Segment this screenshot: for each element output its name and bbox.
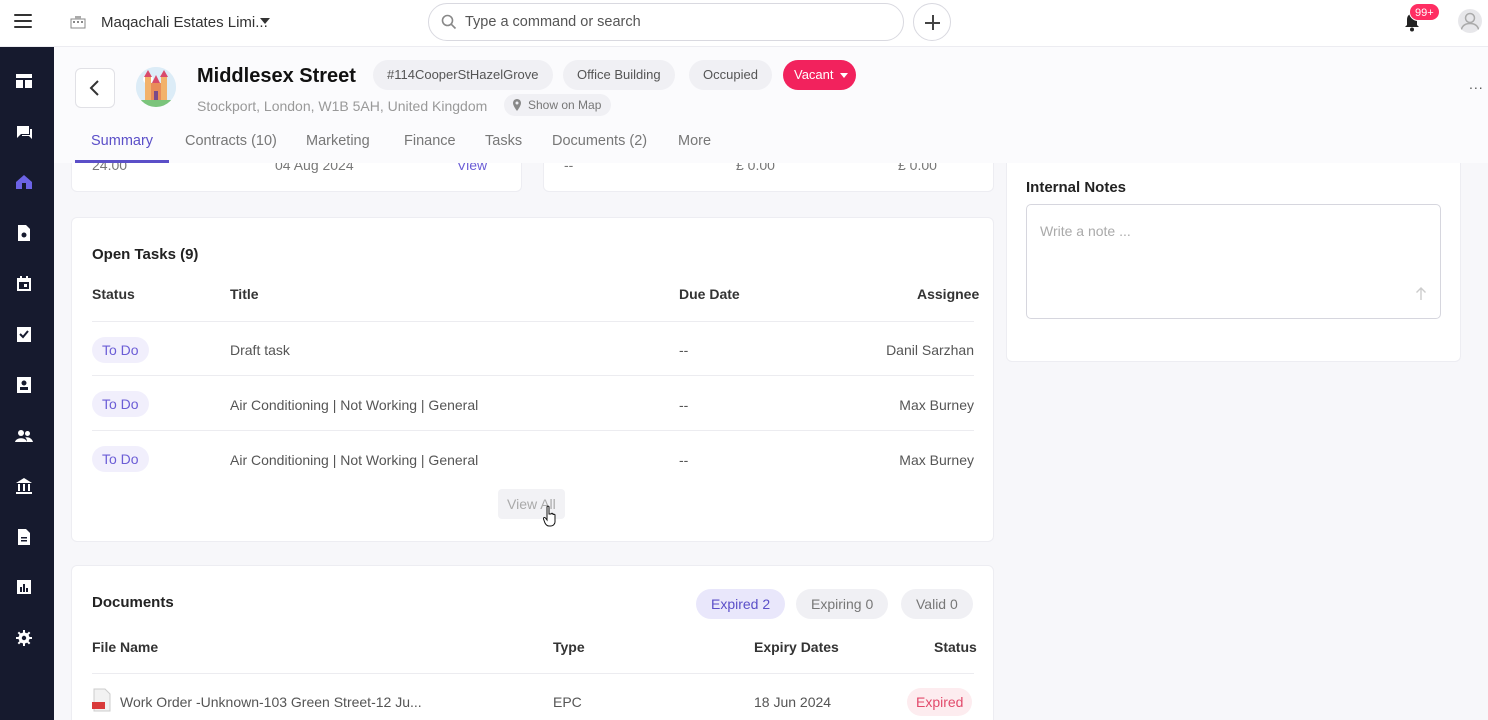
column-header-status: Status: [934, 639, 977, 655]
document-expiry: 18 Jun 2024: [754, 694, 832, 710]
sidebar-item-settings[interactable]: [15, 629, 33, 647]
task-due-date: --: [679, 397, 689, 413]
user-icon: [1460, 12, 1480, 32]
organization-name[interactable]: Maqachali Estates Limi...: [101, 14, 268, 31]
internal-notes-title: Internal Notes: [1026, 179, 1127, 196]
search-input[interactable]: [465, 12, 885, 32]
menu-icon[interactable]: [14, 14, 32, 28]
file-icon: [18, 529, 30, 545]
column-header-expiry-dates: Expiry Dates: [754, 639, 839, 655]
sidebar-item-accounting[interactable]: [15, 477, 33, 495]
command-search[interactable]: [428, 3, 904, 41]
sidebar: [0, 47, 54, 720]
task-title[interactable]: Air Conditioning | Not Working | General: [230, 397, 478, 413]
tag-reference: #114CooperStHazelGrove: [373, 60, 553, 90]
send-arrow-icon[interactable]: [1415, 287, 1427, 301]
tab-contracts[interactable]: Contracts (10): [185, 133, 277, 149]
document-search-icon: [18, 225, 30, 241]
back-button[interactable]: [75, 68, 115, 108]
documents-title: Documents: [92, 594, 174, 611]
sidebar-item-properties[interactable]: [15, 173, 33, 191]
divider: [92, 321, 974, 322]
property-header: Middlesex Street #114CooperStHazelGrove …: [54, 47, 1488, 163]
sidebar-item-people[interactable]: [15, 427, 33, 445]
chevron-down-icon[interactable]: [260, 18, 270, 24]
property-address: Stockport, London, W1B 5AH, United Kingd…: [197, 98, 488, 114]
column-header-type: Type: [553, 639, 585, 655]
task-title[interactable]: Air Conditioning | Not Working | General: [230, 452, 478, 468]
filter-valid[interactable]: Valid 0: [901, 589, 973, 619]
tag-occupancy: Occupied: [689, 60, 772, 90]
pdf-file-icon: [92, 688, 111, 712]
sidebar-item-tenancies[interactable]: [15, 224, 33, 242]
tab-tasks[interactable]: Tasks: [485, 133, 522, 149]
open-tasks-title: Open Tasks (9): [92, 246, 199, 263]
search-icon: [441, 14, 457, 30]
sidebar-item-contacts[interactable]: [15, 376, 33, 394]
gear-icon: [16, 630, 32, 646]
column-header-title: Title: [230, 286, 259, 302]
more-options-icon[interactable]: ...: [1469, 76, 1484, 92]
task-due-date: --: [679, 452, 689, 468]
sidebar-item-reports[interactable]: [15, 578, 33, 596]
add-button[interactable]: [913, 3, 951, 41]
user-avatar[interactable]: [1458, 9, 1482, 33]
tab-finance[interactable]: Finance: [404, 133, 456, 149]
calendar-icon: [17, 276, 31, 291]
dashboard-icon: [16, 74, 32, 88]
task-assignee: Max Burney: [899, 397, 974, 413]
map-pin-icon: [513, 99, 521, 111]
chat-icon: [17, 126, 32, 139]
tab-marketing[interactable]: Marketing: [306, 133, 370, 149]
column-header-assignee: Assignee: [917, 286, 980, 302]
hand-cursor-icon: [543, 505, 556, 527]
task-assignee: Max Burney: [899, 452, 974, 468]
castle-illustration-icon: [136, 67, 176, 107]
page-title: Middlesex Street: [197, 65, 356, 87]
home-icon: [16, 175, 32, 189]
contact-card-icon: [17, 377, 31, 393]
sidebar-item-documents[interactable]: [15, 528, 33, 546]
tab-summary[interactable]: Summary: [91, 133, 153, 149]
document-file-name[interactable]: Work Order -Unknown-103 Green Street-12 …: [120, 694, 422, 710]
tab-more[interactable]: More: [678, 133, 711, 149]
divider: [92, 375, 974, 376]
people-icon: [15, 430, 33, 442]
filter-expired[interactable]: Expired 2: [696, 589, 786, 619]
task-due-date: --: [679, 342, 689, 358]
status-dropdown[interactable]: Vacant: [783, 60, 856, 90]
tag-type: Office Building: [563, 60, 675, 90]
notification-badge: 99+: [1409, 3, 1440, 21]
building-logo-icon: [70, 16, 86, 29]
sidebar-item-tasks[interactable]: [15, 325, 33, 343]
chevron-left-icon: [89, 80, 99, 96]
divider: [92, 430, 974, 431]
show-on-map-label: Show on Map: [528, 98, 602, 112]
bank-icon: [16, 478, 32, 494]
checklist-icon: [17, 327, 31, 342]
sidebar-item-calendar[interactable]: [15, 275, 33, 293]
show-on-map-link[interactable]: Show on Map: [504, 94, 612, 116]
property-image: [136, 67, 176, 107]
top-bar: Maqachali Estates Limi... 99+: [0, 0, 1488, 47]
bar-chart-icon: [17, 580, 31, 594]
note-input[interactable]: [1040, 223, 1420, 283]
column-header-due-date: Due Date: [679, 286, 740, 302]
tab-documents[interactable]: Documents (2): [552, 133, 647, 149]
note-input-box[interactable]: [1026, 204, 1441, 319]
task-title[interactable]: Draft task: [230, 342, 290, 358]
task-assignee: Danil Sarzhan: [886, 342, 974, 358]
active-tab-indicator: [75, 160, 169, 163]
status-badge: To Do: [92, 391, 149, 417]
sidebar-item-messages[interactable]: [15, 123, 33, 141]
status-badge: Expired: [907, 688, 973, 716]
sidebar-item-dashboard[interactable]: [15, 72, 33, 90]
divider: [92, 673, 974, 674]
document-type: EPC: [553, 694, 582, 710]
status-badge: To Do: [92, 446, 149, 472]
column-header-file-name: File Name: [92, 639, 159, 655]
filter-expiring[interactable]: Expiring 0: [796, 589, 889, 619]
status-badge: To Do: [92, 337, 149, 363]
column-header-status: Status: [92, 286, 135, 302]
